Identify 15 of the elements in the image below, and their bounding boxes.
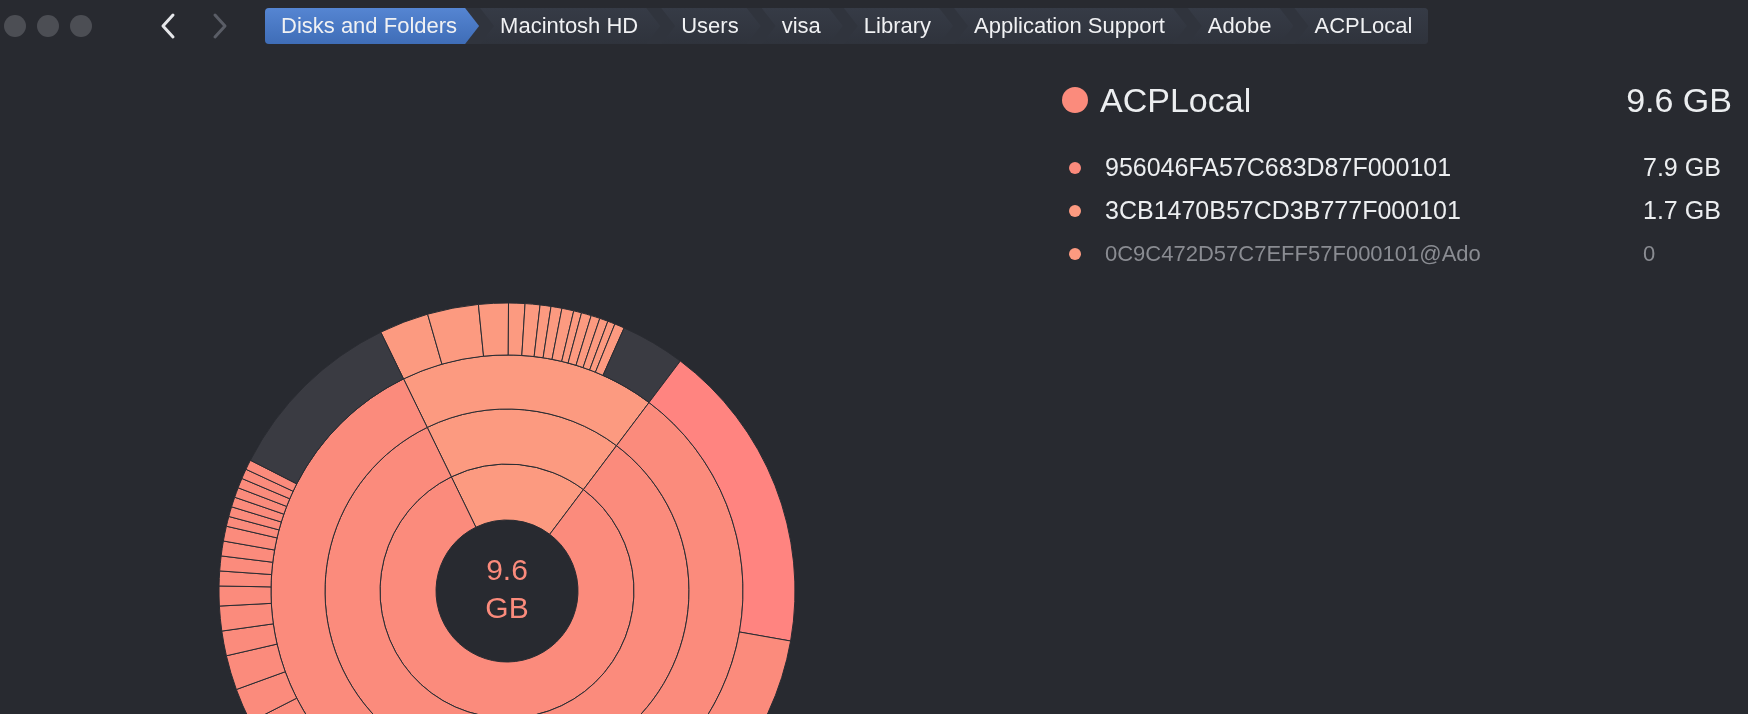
- total-size-label: 9.6 GB: [484, 552, 530, 626]
- folder-name: ACPLocal: [1100, 80, 1253, 120]
- forward-icon: [211, 12, 229, 40]
- item-size: 0: [1643, 240, 1656, 267]
- item-name[interactable]: 0C9C472D57C7EFF57F000101@Ado: [1105, 240, 1643, 267]
- breadcrumb-item[interactable]: Disks and Folders: [265, 8, 480, 44]
- item-size: 1.7 GB: [1643, 196, 1721, 225]
- item-name[interactable]: 3CB1470B57CD3B777F000101: [1105, 196, 1643, 225]
- item-name[interactable]: 956046FA57C683D87F000101: [1105, 153, 1643, 182]
- window-close-button[interactable]: [4, 15, 26, 37]
- window-zoom-button[interactable]: [70, 15, 92, 37]
- window-minimize-button[interactable]: [37, 15, 59, 37]
- folder-size: 9.6 GB: [1626, 80, 1732, 120]
- back-icon: [159, 12, 177, 40]
- item-size: 7.9 GB: [1643, 153, 1721, 182]
